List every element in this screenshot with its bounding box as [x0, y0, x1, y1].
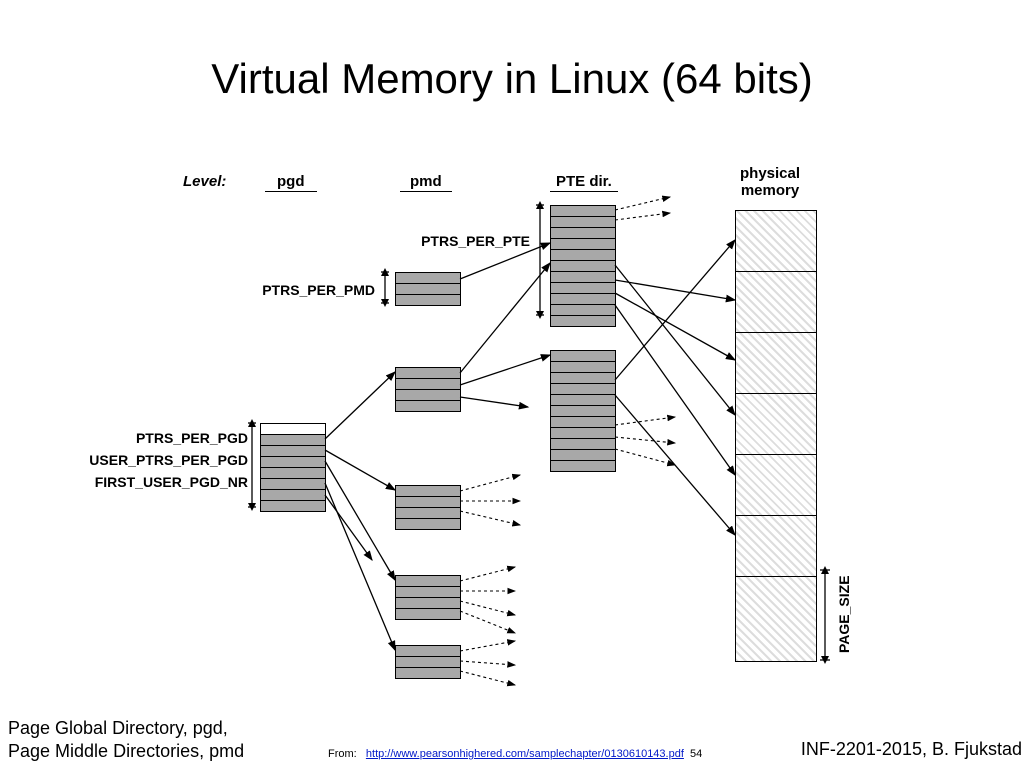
footer-line-2: Page Middle Directories, pmd — [8, 740, 244, 763]
level-pgd: pgd — [265, 173, 317, 192]
slide-title: Virtual Memory in Linux (64 bits) — [0, 55, 1024, 103]
label-first-user-pgd-nr: FIRST_USER_PGD_NR — [70, 474, 248, 490]
level-label: Level: — [183, 173, 226, 190]
footer-source-link[interactable]: http://www.pearsonhighered.com/samplecha… — [366, 748, 684, 760]
pmd-table-1 — [395, 272, 461, 306]
footer-line-1: Page Global Directory, pgd, — [8, 717, 244, 740]
footer-description: Page Global Directory, pgd, Page Middle … — [8, 717, 244, 762]
pmd-table-4 — [395, 575, 461, 620]
diagram-arrows — [120, 155, 940, 695]
label-user-ptrs-per-pgd: USER_PTRS_PER_PGD — [70, 452, 248, 468]
pte-table-2 — [550, 350, 616, 472]
pmd-table-3 — [395, 485, 461, 530]
label-ptrs-per-pte: PTRS_PER_PTE — [410, 233, 530, 249]
label-ptrs-per-pmd: PTRS_PER_PMD — [250, 282, 375, 298]
label-ptrs-per-pgd: PTRS_PER_PGD — [108, 430, 248, 446]
pgd-table — [260, 423, 326, 512]
footer-course: INF-2201-2015, B. Fjukstad — [801, 739, 1022, 760]
level-pmd: pmd — [400, 173, 452, 192]
level-phys: physical memory — [740, 165, 800, 200]
pmd-table-5 — [395, 645, 461, 679]
pte-table-1 — [550, 205, 616, 327]
footer-from-label: From: — [328, 748, 357, 760]
physical-memory — [735, 210, 817, 662]
level-pte: PTE dir. — [550, 173, 618, 192]
footer-page-number: 54 — [690, 748, 702, 760]
memory-diagram: Level: pgd pmd PTE dir. physical memory — [120, 155, 940, 695]
pmd-table-2 — [395, 367, 461, 412]
label-page-size: PAGE_SIZE — [836, 575, 852, 653]
footer-source: From: http://www.pearsonhighered.com/sam… — [328, 748, 702, 760]
